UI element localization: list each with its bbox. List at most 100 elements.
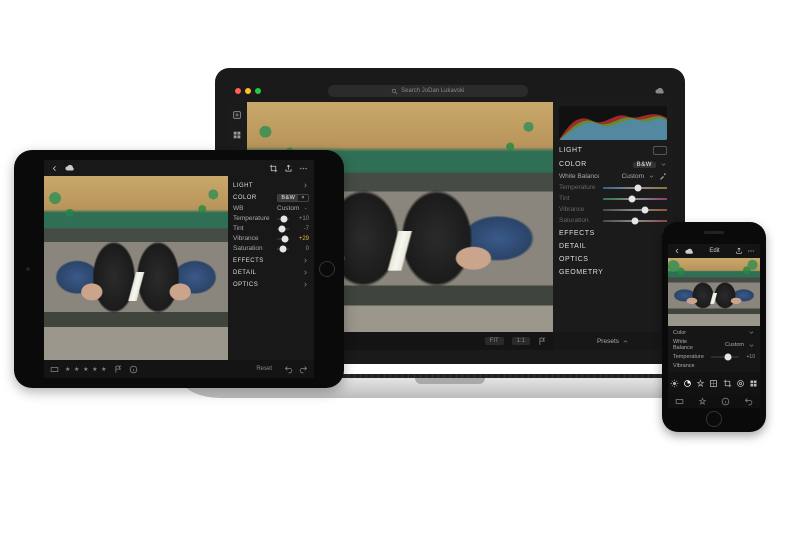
vibrance-label: Vibrance xyxy=(233,235,273,242)
temperature-label: Temperature xyxy=(559,184,599,191)
effects-icon[interactable] xyxy=(696,379,705,388)
color-icon[interactable] xyxy=(683,379,692,388)
temperature-slider[interactable]: Temperature xyxy=(559,184,667,191)
more-icon[interactable] xyxy=(747,247,755,255)
geometry-label: GEOMETRY xyxy=(559,269,603,276)
auto-button[interactable] xyxy=(653,146,667,155)
wb-row[interactable]: White Balance Custom xyxy=(673,339,755,351)
bw-toggle[interactable]: B&W xyxy=(633,162,656,168)
vibrance-slider[interactable]: Vibrance xyxy=(559,206,667,213)
tint-slider[interactable]: Tint -7 xyxy=(233,225,309,232)
undo-icon[interactable] xyxy=(284,365,293,374)
close-icon[interactable] xyxy=(235,88,241,94)
white-balance-label: White Balance xyxy=(559,173,599,180)
tint-slider[interactable]: Tint xyxy=(559,195,667,202)
histogram[interactable] xyxy=(559,106,667,140)
undo-icon[interactable] xyxy=(744,397,753,406)
bw-off[interactable]: × xyxy=(298,195,308,201)
chevron-down-icon[interactable] xyxy=(748,329,755,336)
temperature-slider[interactable]: Temperature +10 xyxy=(233,215,309,222)
maximize-icon[interactable] xyxy=(255,88,261,94)
redo-icon[interactable] xyxy=(299,365,308,374)
eyedropper-icon[interactable] xyxy=(659,172,667,180)
chevron-down-icon[interactable] xyxy=(660,161,667,168)
add-photo-icon[interactable] xyxy=(232,110,242,120)
saturation-slider[interactable]: Saturation 0 xyxy=(233,245,309,252)
search-input[interactable]: Search JoDan Lukavski xyxy=(328,85,528,97)
phone-photo[interactable] xyxy=(668,258,760,326)
fit-button[interactable]: FIT xyxy=(485,337,504,345)
detail-icon[interactable] xyxy=(709,379,718,388)
reset-button[interactable]: Reset xyxy=(256,366,272,372)
flag-icon[interactable] xyxy=(538,337,547,346)
chevron-down-icon[interactable] xyxy=(748,342,755,349)
phone-edit-controls: Color White Balance Custom Temperature +… xyxy=(668,326,760,372)
tint-label: Tint xyxy=(233,225,273,232)
share-icon[interactable] xyxy=(735,247,743,255)
presets-icon[interactable] xyxy=(749,379,758,388)
phone-home-button[interactable] xyxy=(706,411,722,427)
window-controls[interactable] xyxy=(235,88,261,94)
white-balance-row: White Balance Custom xyxy=(559,172,667,180)
filmstrip-icon[interactable] xyxy=(675,397,684,406)
more-icon[interactable] xyxy=(299,164,308,173)
tablet-topbar xyxy=(44,160,314,176)
chevron-down-icon[interactable] xyxy=(648,173,655,180)
detail-section-header[interactable]: DETAIL xyxy=(559,243,667,250)
detail-label: DETAIL xyxy=(233,270,256,276)
detail-label: DETAIL xyxy=(559,243,586,250)
bw-toggle[interactable]: B&W × xyxy=(277,194,309,202)
cloud-icon[interactable] xyxy=(685,247,694,256)
chevron-down-icon[interactable] xyxy=(303,205,309,212)
star-icon[interactable] xyxy=(698,397,707,406)
vibrance-value: +29 xyxy=(293,236,309,242)
optics-section-header[interactable]: OPTICS xyxy=(559,256,667,263)
geometry-section-header[interactable]: GEOMETRY xyxy=(559,269,667,276)
vibrance-slider[interactable]: Vibrance +29 xyxy=(233,235,309,242)
optics-icon[interactable] xyxy=(736,379,745,388)
info-icon[interactable] xyxy=(721,397,730,406)
phone-bottom-bar xyxy=(668,394,760,408)
white-balance-value[interactable]: Custom xyxy=(622,173,644,180)
saturation-value: 0 xyxy=(293,246,309,252)
tablet-photo[interactable] xyxy=(44,176,228,360)
color-section-header[interactable]: COLOR B&W xyxy=(559,161,667,168)
effects-section-header[interactable]: EFFECTS xyxy=(233,257,309,264)
cloud-sync-icon[interactable] xyxy=(655,86,665,96)
exposure-icon[interactable] xyxy=(670,379,679,388)
light-section-header[interactable]: LIGHT xyxy=(559,146,667,155)
chevron-right-icon xyxy=(302,257,309,264)
saturation-label: Saturation xyxy=(233,245,273,252)
presets-button[interactable]: Presets xyxy=(553,332,673,350)
saturation-slider[interactable]: Saturation xyxy=(559,217,667,224)
bw-on[interactable]: B&W xyxy=(278,195,298,201)
vibrance-label: Vibrance xyxy=(559,206,599,213)
star-rating[interactable]: ★ ★ ★ ★ ★ xyxy=(65,366,108,373)
detail-section-header[interactable]: DETAIL xyxy=(233,269,309,276)
light-section-header[interactable]: LIGHT xyxy=(233,182,309,189)
tablet-home-button[interactable] xyxy=(319,261,335,277)
temperature-slider[interactable]: Temperature +10 xyxy=(673,354,755,360)
wb-row[interactable]: WB Custom xyxy=(233,205,309,212)
crop-icon[interactable] xyxy=(723,379,732,388)
info-icon[interactable] xyxy=(129,365,138,374)
color-section-label: Color xyxy=(673,330,686,336)
crop-icon[interactable] xyxy=(269,164,278,173)
edit-panel: LIGHT COLOR B&W White Balance Custom xyxy=(553,102,673,350)
tint-value: -7 xyxy=(293,226,309,232)
share-icon[interactable] xyxy=(284,164,293,173)
flag-icon[interactable] xyxy=(114,365,123,374)
back-icon[interactable] xyxy=(50,164,59,173)
phone-topbar: Edit xyxy=(668,244,760,258)
optics-section-header[interactable]: OPTICS xyxy=(233,281,309,288)
laptop-camera xyxy=(448,72,452,76)
tablet-device: LIGHT COLOR B&W × WB Custom Temperatur xyxy=(14,150,344,388)
back-icon[interactable] xyxy=(673,247,681,255)
filmstrip-icon[interactable] xyxy=(50,365,59,374)
effects-section-header[interactable]: EFFECTS xyxy=(559,230,667,237)
cloud-icon[interactable] xyxy=(65,163,75,173)
minimize-icon[interactable] xyxy=(245,88,251,94)
color-section-header[interactable]: COLOR B&W × xyxy=(233,194,309,202)
grid-view-icon[interactable] xyxy=(232,130,242,140)
ratio-button[interactable]: 1:1 xyxy=(512,337,530,345)
